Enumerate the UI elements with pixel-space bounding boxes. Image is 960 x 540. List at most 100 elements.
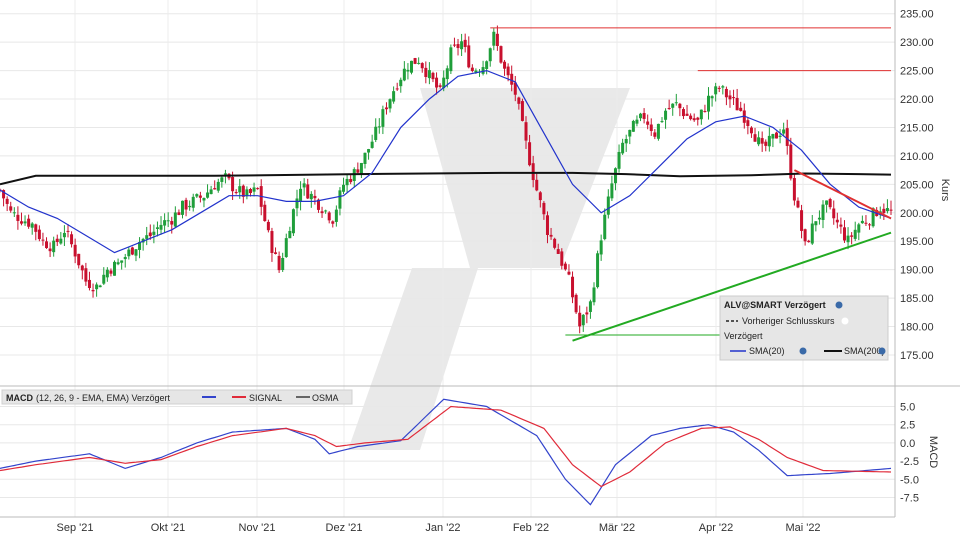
candle-body <box>177 212 181 215</box>
candle-body <box>460 41 464 50</box>
candle-body <box>206 192 210 198</box>
candle-body <box>681 109 685 117</box>
candle-body <box>771 134 775 139</box>
price-tick-label: 225.00 <box>900 66 934 78</box>
candle-body <box>510 73 514 85</box>
macd-tick-label: -5.0 <box>900 474 919 486</box>
legend-sma200-icon <box>878 347 886 355</box>
candle-body <box>252 187 256 192</box>
candle-body <box>263 204 267 222</box>
candle-body <box>842 227 846 241</box>
macd-legend-osma: OSMA <box>312 393 339 403</box>
candle-body <box>399 79 403 87</box>
candle-body <box>846 235 850 243</box>
candle-body <box>238 186 242 193</box>
candle-body <box>331 221 335 224</box>
candle-body <box>73 244 77 257</box>
macd-legend-signal: SIGNAL <box>249 393 282 403</box>
candle-body <box>431 72 435 80</box>
candle-body <box>667 107 671 109</box>
macd-tick-label: -7.5 <box>900 492 919 504</box>
price-tick-label: 235.00 <box>900 9 934 21</box>
candle-body <box>345 178 349 186</box>
candle-body <box>689 115 693 120</box>
candle-body <box>470 67 474 71</box>
candle-body <box>48 248 52 252</box>
legend-delayed: Verzögert <box>724 331 763 341</box>
candle-body <box>274 252 278 254</box>
candle-body <box>624 138 628 144</box>
x-tick-label: Mai '22 <box>785 522 820 534</box>
candle-body <box>77 253 81 266</box>
candle-body <box>485 61 489 69</box>
price-tick-label: 185.00 <box>900 293 934 305</box>
candle-body <box>148 232 152 237</box>
candle-body <box>499 46 503 63</box>
candle-body <box>703 111 707 113</box>
x-tick-label: Okt '21 <box>151 522 186 534</box>
price-tick-label: 200.00 <box>900 208 934 220</box>
candle-body <box>84 268 88 282</box>
candle-body <box>420 63 424 69</box>
legend-title: ALV@SMART Verzögert <box>724 300 826 310</box>
candle-body <box>155 227 159 229</box>
candle-body <box>674 102 678 104</box>
candle-body <box>481 67 485 74</box>
candle-body <box>749 127 753 134</box>
candle-body <box>116 262 120 265</box>
candle-body <box>356 169 360 173</box>
candle-body <box>710 96 714 99</box>
macd-tick-label: -2.5 <box>900 456 919 468</box>
candle-body <box>832 208 836 219</box>
candle-body <box>653 132 657 137</box>
candle-body <box>531 163 535 181</box>
candle-body <box>37 229 41 240</box>
candle-body <box>857 224 861 233</box>
candle-body <box>717 87 721 89</box>
candle-body <box>621 142 625 154</box>
candle-body <box>495 33 499 47</box>
candle-body <box>492 31 496 46</box>
candle-body <box>395 88 399 90</box>
price-legend: ALV@SMART Verzögert Vorheriger Schlussku… <box>719 295 889 361</box>
candle-body <box>173 212 177 227</box>
candle-body <box>560 251 564 266</box>
candle-body <box>367 149 371 153</box>
candle-body <box>127 249 131 257</box>
candle-body <box>664 110 668 120</box>
macd-tick-label: 2.5 <box>900 420 915 432</box>
candle-body <box>320 211 324 214</box>
candle-body <box>506 66 510 76</box>
candle-body <box>767 135 771 147</box>
candle-body <box>549 234 553 237</box>
price-tick-label: 195.00 <box>900 236 934 248</box>
candle-body <box>234 192 238 194</box>
candle-body <box>574 294 578 313</box>
candle-body <box>302 183 306 188</box>
candle-body <box>384 107 388 110</box>
price-tick-label: 180.00 <box>900 322 934 334</box>
candle-body <box>596 253 600 288</box>
candle-body <box>553 238 557 248</box>
candle-body <box>374 126 378 140</box>
candle-body <box>159 224 163 230</box>
candle-body <box>714 86 718 95</box>
candle-body <box>760 138 764 144</box>
candle-body <box>270 231 274 254</box>
candle-body <box>707 95 711 112</box>
candle-body <box>678 103 682 109</box>
candle-body <box>105 269 109 278</box>
candle-body <box>413 58 417 64</box>
candle-body <box>660 121 664 123</box>
candle-body <box>166 220 170 222</box>
candle-body <box>120 260 124 263</box>
stock-chart: 235.00 230.00 225.00 220.00 215.00 210.00 205.… <box>0 0 960 540</box>
candle-body <box>424 67 428 77</box>
candle-body <box>256 188 260 190</box>
legend-title-icon <box>835 301 843 309</box>
candle-body <box>377 126 381 128</box>
candle-body <box>817 217 821 220</box>
candle-body <box>774 132 778 139</box>
candle-body <box>828 199 832 208</box>
candle-body <box>538 192 542 201</box>
